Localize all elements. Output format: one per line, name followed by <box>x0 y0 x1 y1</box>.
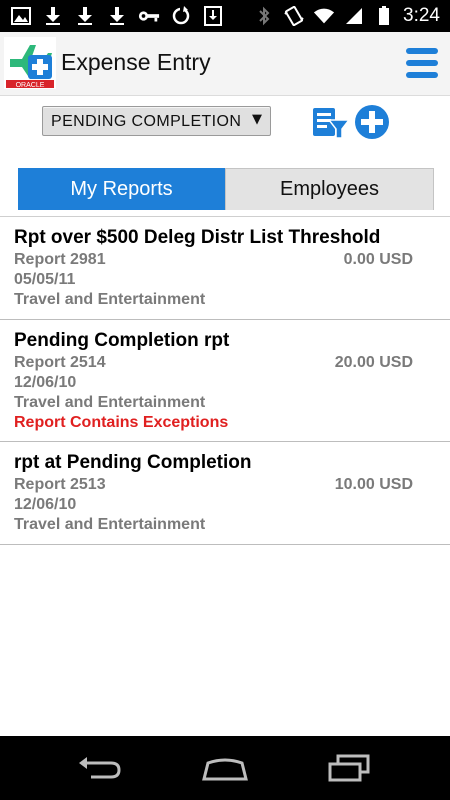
signal-icon <box>343 5 365 27</box>
report-category: Travel and Entertainment <box>14 291 206 308</box>
status-bar: 3:24 <box>0 0 450 32</box>
report-category: Travel and Entertainment <box>14 394 206 411</box>
key-icon <box>138 5 160 27</box>
list-item[interactable]: Pending Completion rpt Report 2514 20.00… <box>0 320 450 442</box>
report-title: Pending Completion rpt <box>14 330 230 351</box>
back-icon[interactable] <box>74 750 126 786</box>
filter-list-icon[interactable] <box>311 104 351 142</box>
expense-app-logo: ORACLE <box>4 37 56 89</box>
report-amount: 10.00 USD <box>334 476 413 493</box>
report-date: 12/06/10 <box>14 496 77 513</box>
report-number: Report 2514 <box>14 354 106 371</box>
navigation-bar <box>0 736 450 800</box>
add-circle-icon[interactable] <box>354 104 390 140</box>
download-icon <box>42 5 64 27</box>
sync-icon <box>170 5 192 27</box>
report-title: Rpt over $500 Deleg Distr List Threshold <box>14 227 381 248</box>
report-amount: 20.00 USD <box>334 354 413 371</box>
report-amount: 0.00 USD <box>343 251 413 268</box>
report-number: Report 2513 <box>14 476 106 493</box>
download-icon <box>74 5 96 27</box>
download-box-icon <box>202 5 224 27</box>
report-number: Report 2981 <box>14 251 106 268</box>
vibrate-icon <box>283 5 305 27</box>
list-item[interactable]: Rpt over $500 Deleg Distr List Threshold… <box>0 217 450 320</box>
battery-icon <box>373 5 395 27</box>
status-dropdown[interactable]: PENDING COMPLETION ▼ <box>42 106 271 136</box>
download-icon <box>106 5 128 27</box>
filter-row: PENDING COMPLETION ▼ <box>0 96 450 162</box>
title-bar: ORACLE Expense Entry <box>0 32 450 96</box>
tab-my-reports[interactable]: My Reports <box>18 168 225 210</box>
report-category: Travel and Entertainment <box>14 516 206 533</box>
report-list: Rpt over $500 Deleg Distr List Threshold… <box>0 216 450 736</box>
home-icon[interactable] <box>199 750 251 786</box>
tab-bar: My Reports Employees <box>18 168 434 210</box>
status-time: 3:24 <box>403 5 440 26</box>
wifi-icon <box>313 5 335 27</box>
list-item[interactable]: rpt at Pending Completion Report 2513 10… <box>0 442 450 545</box>
report-title: rpt at Pending Completion <box>14 452 252 473</box>
status-dropdown-value: PENDING COMPLETION <box>51 113 242 130</box>
image-icon <box>10 5 32 27</box>
app-content: ORACLE Expense Entry PENDING COMPLETION … <box>0 32 450 736</box>
page-title: Expense Entry <box>61 49 211 75</box>
hamburger-menu-icon[interactable] <box>406 48 438 78</box>
report-date: 05/05/11 <box>14 271 76 288</box>
report-date: 12/06/10 <box>14 374 77 391</box>
report-exception-warning: Report Contains Exceptions <box>14 414 229 431</box>
svg-text:ORACLE: ORACLE <box>16 82 45 89</box>
recents-icon[interactable] <box>323 750 375 786</box>
bluetooth-icon <box>253 5 275 27</box>
tab-employees[interactable]: Employees <box>225 168 434 210</box>
dropdown-arrow-icon: ▼ <box>252 112 262 127</box>
